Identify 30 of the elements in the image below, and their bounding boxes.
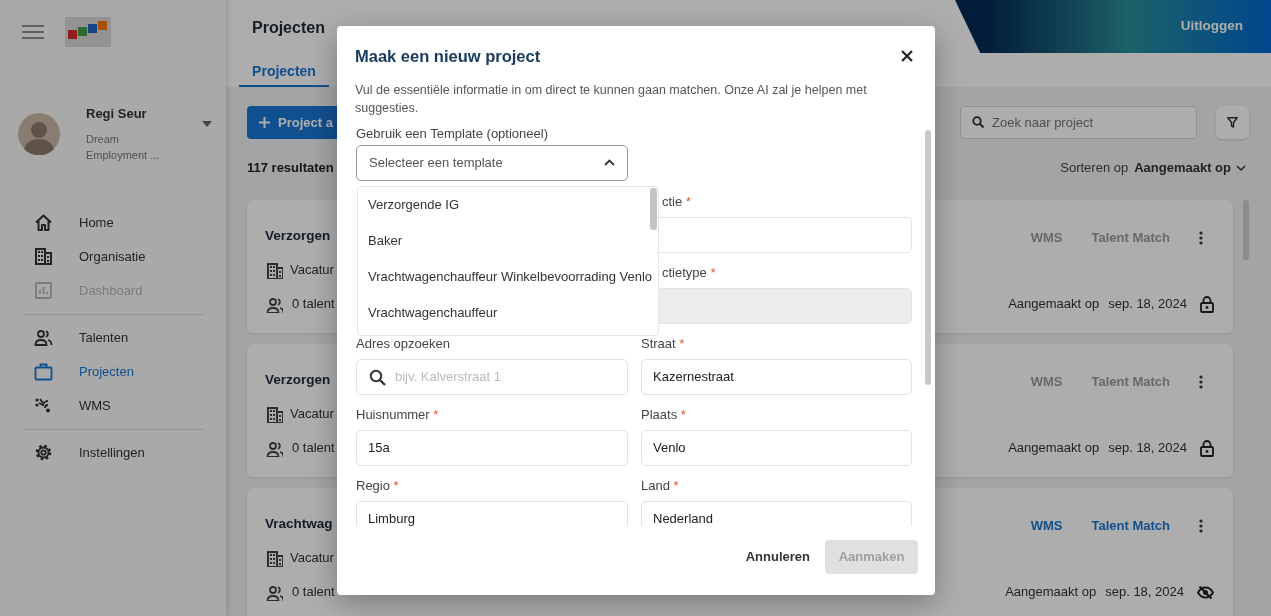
talent-count: 0 talent	[292, 583, 335, 601]
created-label: Aangemaakt op	[1005, 583, 1097, 602]
project-title: Vrachtwag	[265, 515, 334, 533]
created-date: sep. 18, 2024	[1108, 439, 1187, 458]
company-name: Dream Employment ...	[86, 131, 161, 163]
dialog-description: Vul de essentiële informatie in om direct te kunnen gaan matchen. Onze AI zal je helpen met suggesties.	[355, 81, 868, 117]
field-label: Adres opzoeken	[356, 335, 451, 352]
created-label: Aangemaakt op	[1008, 295, 1100, 314]
field-label: Straat *	[641, 335, 686, 352]
project-type: Vacatur	[290, 549, 334, 567]
project-title: Verzorgen	[265, 371, 332, 389]
field-label: Regio *	[356, 477, 400, 494]
page-title: Projecten	[252, 18, 325, 38]
field-label: Land *	[641, 477, 680, 494]
field-label: Gebruik een Template (optioneel)	[356, 125, 549, 142]
sort-label: Sorteren op	[1060, 158, 1129, 177]
talent-count: 0 talent	[292, 295, 335, 313]
field-label: Huisnummer *	[356, 406, 440, 423]
field-label: ctie *	[661, 193, 692, 210]
project-type: Vacatur	[290, 261, 334, 279]
created-date: sep. 18, 2024	[1105, 583, 1184, 602]
project-title: Verzorgen	[265, 227, 332, 245]
created-label: Aangemaakt op	[1008, 439, 1100, 458]
field-label: Plaats *	[641, 406, 687, 423]
results-count: 117 resultaten	[247, 158, 334, 177]
project-type: Vacatur	[290, 405, 334, 423]
created-date: sep. 18, 2024	[1108, 295, 1187, 314]
user-name: Regi Seur	[86, 105, 148, 123]
dialog-title: Maak een nieuw project	[355, 46, 541, 67]
talent-count: 0 talent	[292, 439, 335, 457]
